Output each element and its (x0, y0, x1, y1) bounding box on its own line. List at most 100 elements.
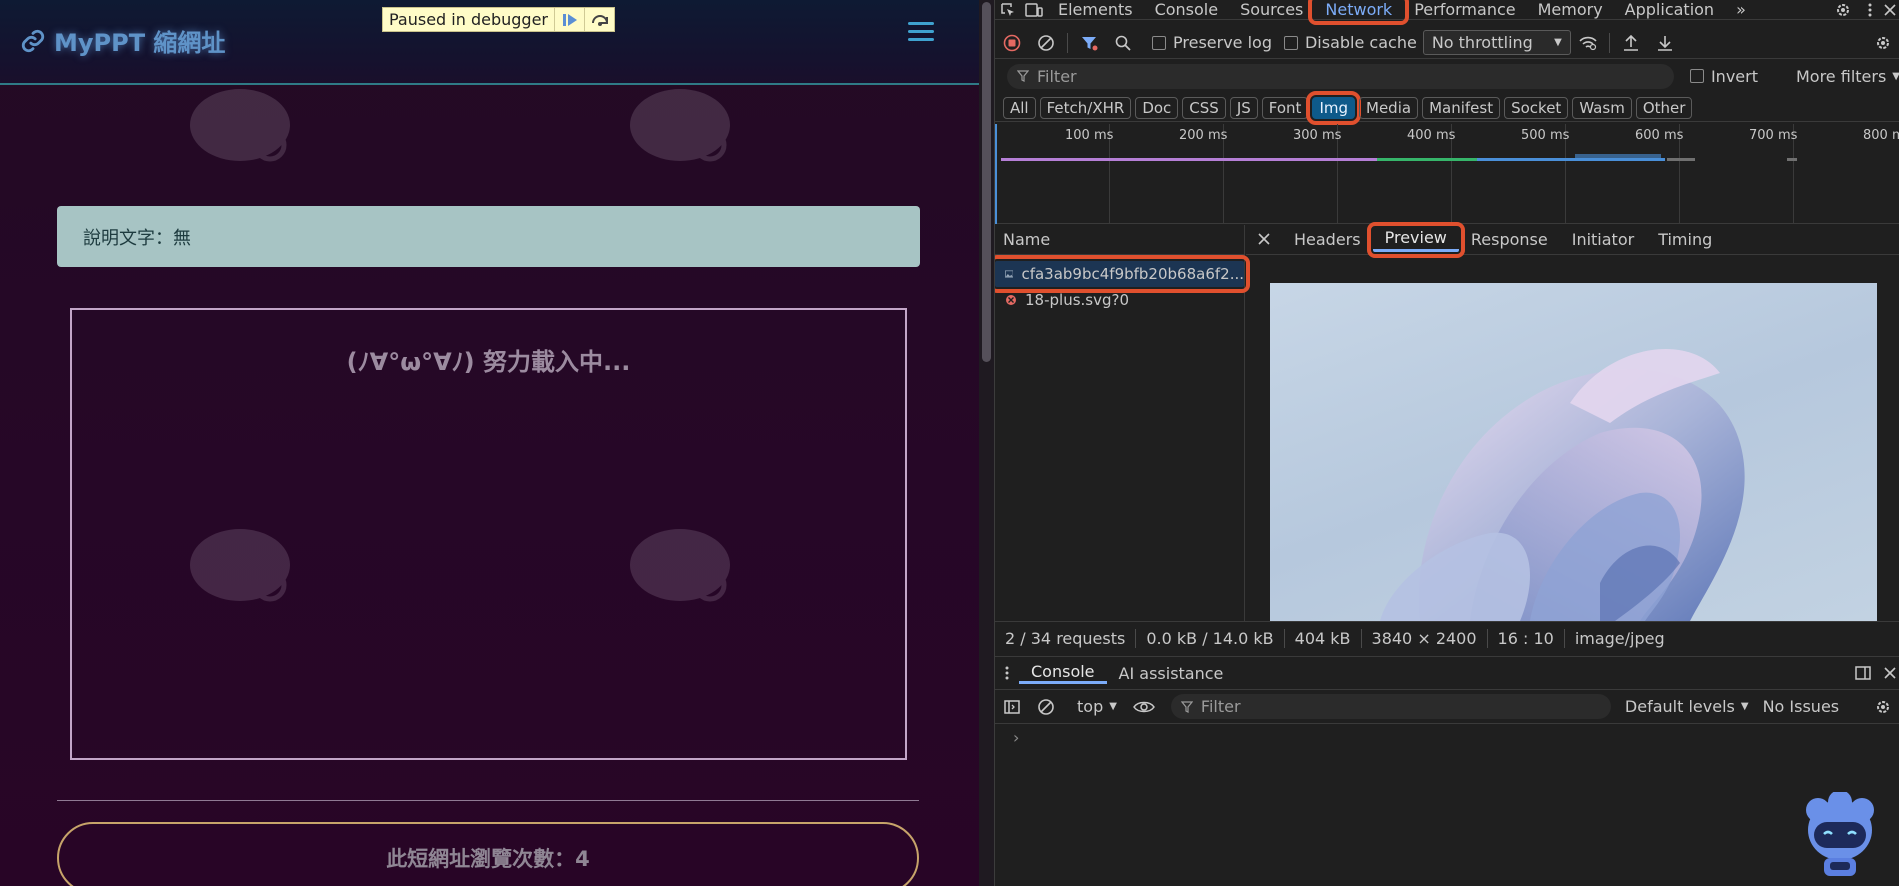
close-devtools-icon[interactable] (1880, 0, 1899, 20)
clear-icon[interactable] (1029, 27, 1063, 59)
tick-label: 500 ms (1521, 128, 1570, 143)
tick-label: 700 ms (1749, 128, 1798, 143)
record-stop-icon[interactable] (995, 27, 1029, 59)
chip-font[interactable]: Font (1261, 96, 1309, 119)
devtools-tabbar: Elements Console Sources Network Perform… (995, 0, 1899, 25)
filter-input[interactable]: Filter (1007, 63, 1674, 89)
chip-doc[interactable]: Doc (1135, 96, 1179, 119)
image-dimensions: 3840 × 2400 (1362, 629, 1488, 648)
console-settings-icon[interactable] (1866, 691, 1899, 723)
dock-side-icon[interactable] (1846, 657, 1880, 689)
transferred-size: 0.0 kB / 14.0 kB (1136, 629, 1285, 648)
tab-network[interactable]: Network (1308, 0, 1410, 25)
clear-console-icon[interactable] (1029, 691, 1063, 723)
log-levels-dropdown[interactable]: Default levels ▼ (1625, 697, 1749, 716)
filter-icon (1017, 70, 1029, 82)
disable-cache-checkbox[interactable]: Disable cache (1283, 33, 1417, 52)
console-sidebar-icon[interactable] (995, 691, 1029, 723)
resume-icon (562, 13, 577, 26)
network-status-bar: 2 / 34 requests 0.0 kB / 14.0 kB 404 kB … (995, 621, 1899, 655)
preserve-log-checkbox[interactable]: Preserve log (1152, 33, 1272, 52)
tab-initiator[interactable]: Initiator (1560, 230, 1646, 249)
drawer-tabbar: Console AI assistance (995, 656, 1899, 690)
tab-sources[interactable]: Sources (1229, 0, 1314, 19)
filter-funnel-icon[interactable] (1072, 27, 1106, 59)
tab-memory[interactable]: Memory (1527, 0, 1614, 19)
debugger-paused-banner: Paused in debugger (382, 7, 615, 32)
drawer-tab-ai-assistance[interactable]: AI assistance (1107, 664, 1236, 683)
error-circle-icon (1006, 295, 1016, 305)
type-filter-chips: All Fetch/XHR Doc CSS JS Font Img Media … (995, 90, 1899, 125)
more-filters-dropdown[interactable]: More filters ▼ (1796, 67, 1899, 86)
close-detail-icon[interactable] (1246, 230, 1282, 249)
tab-console[interactable]: Console (1144, 0, 1230, 19)
close-drawer-icon[interactable] (1880, 657, 1899, 689)
chip-css[interactable]: CSS (1182, 96, 1226, 119)
site-logo[interactable]: MyPPT 縮網址 (20, 23, 225, 58)
request-list: Name cfa3ab9bc4f9bfb20b68a6f2... 18-plus… (995, 225, 1250, 621)
chip-socket[interactable]: Socket (1504, 96, 1569, 119)
invert-checkbox[interactable]: Invert (1689, 67, 1758, 86)
chip-wasm[interactable]: Wasm (1572, 96, 1632, 119)
chip-media[interactable]: Media (1359, 96, 1419, 119)
resume-button[interactable] (554, 8, 584, 31)
dropdown-arrow-icon: ▼ (1740, 701, 1749, 712)
issues-counter[interactable]: No Issues (1763, 697, 1840, 716)
tab-headers[interactable]: Headers (1282, 230, 1373, 249)
filter-row: Filter Invert More filters ▼ (995, 60, 1899, 92)
console-filter-input[interactable]: Filter (1170, 694, 1611, 719)
chip-other[interactable]: Other (1635, 96, 1693, 119)
throttling-select[interactable]: No throttling ▼ (1422, 30, 1571, 55)
inspect-element-icon[interactable] (995, 0, 1021, 20)
console-toolbar: top ▼ Filter Default levels ▼ No Issues (995, 690, 1899, 724)
menu-icon[interactable] (908, 22, 934, 44)
more-tabs-button[interactable]: » (1725, 0, 1757, 19)
step-over-icon (591, 14, 608, 26)
page-scrollbar[interactable] (979, 0, 994, 886)
network-conditions-icon[interactable] (1571, 27, 1605, 59)
import-har-icon[interactable] (1614, 27, 1648, 59)
device-toolbar-icon[interactable] (1021, 0, 1047, 20)
assistant-bot-icon[interactable] (1800, 792, 1880, 880)
view-counter: 此短網址瀏覽次數：4 (57, 822, 919, 886)
settings-gear-icon[interactable] (1826, 0, 1860, 20)
tab-preview[interactable]: Preview (1366, 221, 1465, 258)
resource-size: 404 kB (1285, 629, 1362, 648)
live-expression-eye-icon[interactable] (1127, 691, 1161, 723)
dropdown-arrow-icon: ▼ (1892, 71, 1899, 82)
tick-label: 200 ms (1179, 128, 1228, 143)
network-settings-icon[interactable] (1866, 27, 1899, 59)
tick-label: 600 ms (1635, 128, 1684, 143)
paused-label: Paused in debugger (389, 10, 548, 29)
tab-timing[interactable]: Timing (1646, 230, 1724, 249)
request-count: 2 / 34 requests (995, 629, 1137, 648)
tab-performance[interactable]: Performance (1403, 0, 1526, 19)
chip-manifest[interactable]: Manifest (1422, 96, 1501, 119)
tab-elements[interactable]: Elements (1047, 0, 1144, 19)
console-prompt-chevron-icon[interactable]: › (1013, 728, 1019, 747)
chip-all[interactable]: All (1003, 96, 1036, 119)
description-box: 說明文字：無 (57, 206, 920, 267)
request-row-image[interactable]: cfa3ab9bc4f9bfb20b68a6f2... (995, 255, 1250, 293)
context-select[interactable]: top ▼ (1077, 697, 1117, 716)
tab-response[interactable]: Response (1459, 230, 1560, 249)
chip-img[interactable]: Img (1306, 90, 1361, 125)
tick-label: 300 ms (1293, 128, 1342, 143)
tab-application[interactable]: Application (1614, 0, 1725, 19)
search-icon[interactable] (1106, 27, 1140, 59)
mime-type: image/jpeg (1574, 629, 1665, 648)
request-row-svg[interactable]: 18-plus.svg?0 (995, 287, 1244, 313)
dropdown-arrow-icon: ▼ (1554, 37, 1562, 48)
chip-js[interactable]: JS (1229, 96, 1258, 119)
name-column-header[interactable]: Name (995, 225, 1244, 255)
image-preview (1270, 283, 1877, 621)
drawer-menu-icon[interactable] (995, 657, 1019, 689)
network-toolbar: Preserve log Disable cache No throttling… (995, 27, 1899, 59)
network-timeline-overview[interactable]: 100 ms 200 ms 300 ms 400 ms 500 ms 600 m… (995, 124, 1899, 224)
chip-fetch-xhr[interactable]: Fetch/XHR (1039, 96, 1132, 119)
step-over-button[interactable] (584, 8, 614, 31)
watermark-mascot-icon (630, 89, 730, 162)
kebab-menu-icon[interactable] (1860, 0, 1880, 20)
export-har-icon[interactable] (1648, 27, 1682, 59)
drawer-tab-console[interactable]: Console (1019, 662, 1107, 684)
